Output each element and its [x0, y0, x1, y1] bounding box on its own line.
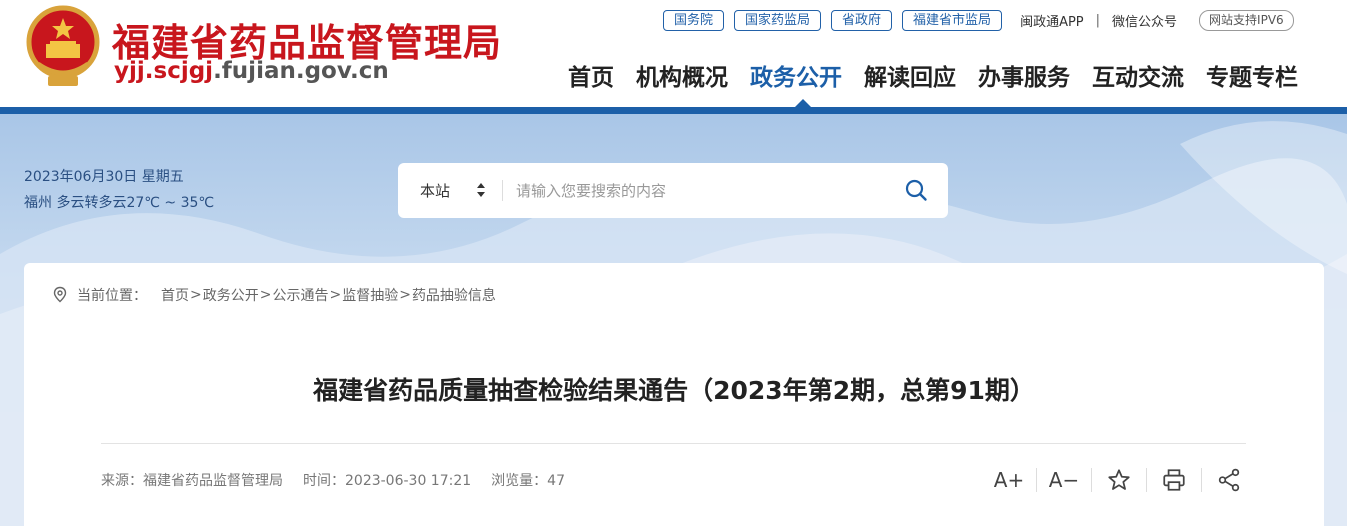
- breadcrumb-announcements[interactable]: 公示通告: [272, 285, 328, 305]
- nav-government-affairs[interactable]: 政务公开: [750, 58, 842, 92]
- nav-interaction[interactable]: 互动交流: [1092, 58, 1184, 92]
- nav-organization[interactable]: 机构概况: [636, 58, 728, 92]
- article-tools: A+ A−: [994, 467, 1242, 493]
- font-decrease-button[interactable]: A−: [1049, 467, 1079, 493]
- article-views: 浏览量：47: [491, 473, 565, 489]
- domain-suffix: .fujian.gov.cn: [213, 58, 389, 84]
- site-domain: yjj.scjgj.fujian.gov.cn: [114, 58, 389, 84]
- app-link[interactable]: 闽政通APP: [1020, 11, 1084, 30]
- weather-info: 福州 多云转多云27℃ ~ 35℃: [24, 195, 215, 211]
- breadcrumb-separator: >: [259, 287, 272, 303]
- nav-special-topics[interactable]: 专题专栏: [1206, 58, 1298, 92]
- print-icon[interactable]: [1161, 467, 1187, 493]
- header-divider: [0, 107, 1347, 114]
- top-links: 国务院 国家药监局 省政府 福建省市监局 闽政通APP | 微信公众号 网站支持…: [663, 9, 1294, 31]
- article-title: 福建省药品质量抽查检验结果通告（2023年第2期，总第91期）: [313, 376, 1035, 405]
- domain-prefix: yjj.scjgj: [114, 58, 214, 84]
- breadcrumb-government-affairs[interactable]: 政务公开: [203, 285, 259, 305]
- font-increase-button[interactable]: A+: [994, 467, 1024, 493]
- breadcrumb-separator: >: [329, 287, 342, 303]
- link-separator: |: [1095, 12, 1101, 28]
- breadcrumb-home[interactable]: 首页: [161, 285, 189, 305]
- wechat-link[interactable]: 微信公众号: [1112, 11, 1177, 30]
- tool-divider: [1036, 468, 1037, 492]
- share-icon[interactable]: [1216, 467, 1242, 493]
- search-input[interactable]: [516, 177, 876, 204]
- article-card: 当前位置： 首页 > 政务公开 > 公示通告 > 监督抽验 > 药品抽验信息 福…: [24, 263, 1324, 526]
- title-divider: [101, 443, 1246, 444]
- article-source: 来源：福建省药品监督管理局: [101, 473, 283, 489]
- article-meta: 来源：福建省药品监督管理局 时间：2023-06-30 17:21 浏览量：47: [101, 470, 585, 490]
- star-icon[interactable]: [1106, 467, 1132, 493]
- search-scope-select[interactable]: 本站: [420, 180, 450, 201]
- search-divider: [502, 180, 503, 201]
- search-icon[interactable]: [904, 178, 928, 202]
- current-date: 2023年06月30日 星期五: [24, 169, 184, 185]
- link-nmpa[interactable]: 国家药监局: [734, 9, 822, 31]
- location-pin-icon: [53, 286, 67, 303]
- article-time: 时间：2023-06-30 17:21: [303, 473, 472, 489]
- breadcrumb-separator: >: [399, 287, 411, 303]
- main-nav: 首页 机构概况 政务公开 解读回应 办事服务 互动交流 专题专栏: [568, 58, 1298, 92]
- search-box: 本站: [398, 163, 948, 218]
- nav-services[interactable]: 办事服务: [978, 58, 1070, 92]
- tool-divider: [1201, 468, 1202, 492]
- link-fujian-market-supervision[interactable]: 福建省市监局: [902, 9, 1003, 31]
- sort-arrows-icon[interactable]: [476, 181, 486, 199]
- breadcrumb-supervision-sampling[interactable]: 监督抽验: [342, 285, 398, 305]
- ipv6-badge: 网站支持IPV6: [1199, 9, 1294, 31]
- link-state-council[interactable]: 国务院: [663, 9, 725, 31]
- national-emblem-icon: [26, 5, 100, 86]
- breadcrumb: 当前位置： 首页 > 政务公开 > 公示通告 > 监督抽验 > 药品抽验信息: [51, 285, 496, 305]
- site-header: 福建省药品监督管理局 yjj.scjgj.fujian.gov.cn 国务院 国…: [0, 0, 1347, 108]
- link-provincial-government[interactable]: 省政府: [831, 9, 893, 31]
- nav-home[interactable]: 首页: [568, 58, 614, 92]
- breadcrumb-label: 当前位置：: [77, 288, 147, 304]
- tool-divider: [1146, 468, 1147, 492]
- breadcrumb-separator: >: [190, 287, 202, 303]
- nav-interpretation[interactable]: 解读回应: [864, 58, 956, 92]
- tool-divider: [1091, 468, 1092, 492]
- breadcrumb-drug-sampling-info[interactable]: 药品抽验信息: [412, 285, 496, 305]
